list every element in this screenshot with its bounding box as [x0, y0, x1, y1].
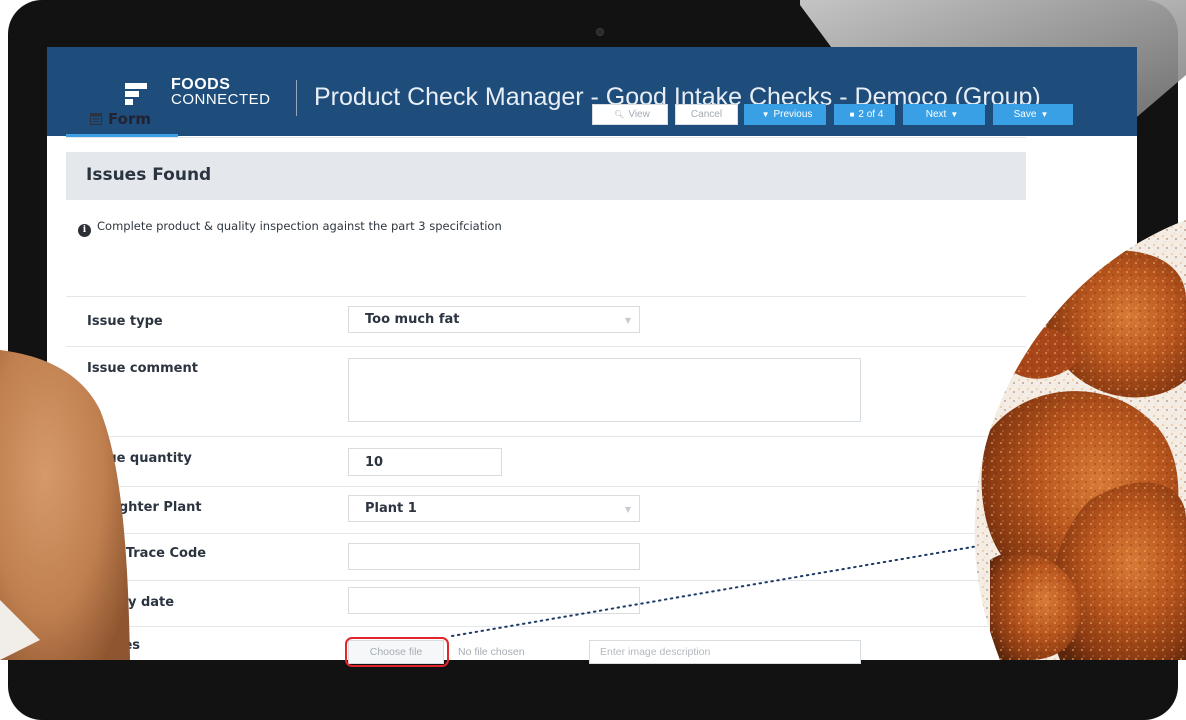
view-button[interactable]: 🔍︎ View [592, 104, 668, 125]
page-label: 2 of 4 [858, 109, 884, 120]
view-label: View [628, 109, 650, 120]
issue-comment-textarea[interactable] [348, 358, 861, 422]
issue-quantity-input[interactable]: 10 [348, 448, 502, 476]
chevron-down-icon: ▼ [1040, 110, 1049, 119]
slaughter-plant-value: Plant 1 [365, 501, 417, 516]
search-icon: 🔍︎ [614, 110, 625, 119]
tab-label: Form [108, 110, 151, 128]
use-by-date-input[interactable] [348, 587, 640, 614]
issue-quantity-value: 10 [365, 454, 384, 470]
image-description-placeholder: Enter image description [600, 646, 711, 658]
previous-button[interactable]: ▼ Previous [744, 104, 826, 125]
chevron-down-icon: ▼ [950, 110, 959, 119]
pack-trace-code-label: Pack Trace Code [87, 546, 207, 561]
info-icon: i [78, 224, 91, 237]
foods-connected-logo-icon [125, 83, 147, 105]
chevron-down-icon: ▼ [761, 110, 770, 119]
save-button[interactable]: Save ▼ [993, 104, 1073, 125]
next-label: Next [925, 109, 947, 120]
previous-label: Previous [773, 109, 813, 120]
chevron-down-icon: ▼ [624, 315, 631, 325]
save-label: Save [1013, 109, 1037, 120]
row-divider [66, 486, 1026, 487]
cancel-button[interactable]: Cancel [675, 104, 738, 125]
issue-quantity-label: Issue quantity [87, 451, 192, 466]
info-message: i Complete product & quality inspection a… [78, 219, 502, 237]
cancel-label: Cancel [690, 109, 723, 120]
row-divider [66, 296, 1026, 297]
no-file-text: No file chosen [458, 646, 525, 658]
tab-form[interactable]: Form [66, 106, 178, 138]
slaughter-plant-select[interactable]: Plant 1 ▼ [348, 495, 640, 522]
images-label: Images [87, 638, 141, 653]
row-divider [66, 626, 1026, 627]
camera-icon [596, 28, 604, 36]
tab-divider [66, 137, 1026, 138]
use-by-date-label: Use by date [87, 595, 175, 610]
page-indicator[interactable]: ■ 2 of 4 [834, 104, 895, 125]
row-divider [66, 436, 1026, 437]
row-divider [66, 580, 1026, 581]
brand-line-2: CONNECTED [171, 91, 271, 108]
row-divider [66, 533, 1026, 534]
header-divider [296, 80, 297, 116]
row-divider [66, 346, 1026, 347]
brand-logo: FOODS CONNECTED [171, 76, 271, 108]
issue-comment-label: Issue comment [87, 361, 198, 376]
form-icon [90, 113, 102, 125]
next-button[interactable]: Next ▼ [903, 104, 985, 125]
chevron-down-icon: ▼ [624, 504, 631, 514]
issue-type-value: Too much fat [365, 312, 460, 327]
image-description-input[interactable]: Enter image description [589, 640, 861, 664]
section-header: Issues Found [66, 152, 1026, 200]
info-text: Complete product & quality inspection ag… [97, 219, 502, 233]
slaughter-plant-label: Slaughter Plant [87, 500, 202, 515]
choose-file-highlight [345, 637, 449, 667]
brand-line-1: FOODS [171, 76, 231, 93]
issue-type-select[interactable]: Too much fat ▼ [348, 306, 640, 333]
square-icon: ■ [849, 110, 855, 119]
section-title: Issues Found [86, 165, 212, 185]
issue-type-label: Issue type [87, 314, 163, 329]
pack-trace-code-input[interactable] [348, 543, 640, 570]
